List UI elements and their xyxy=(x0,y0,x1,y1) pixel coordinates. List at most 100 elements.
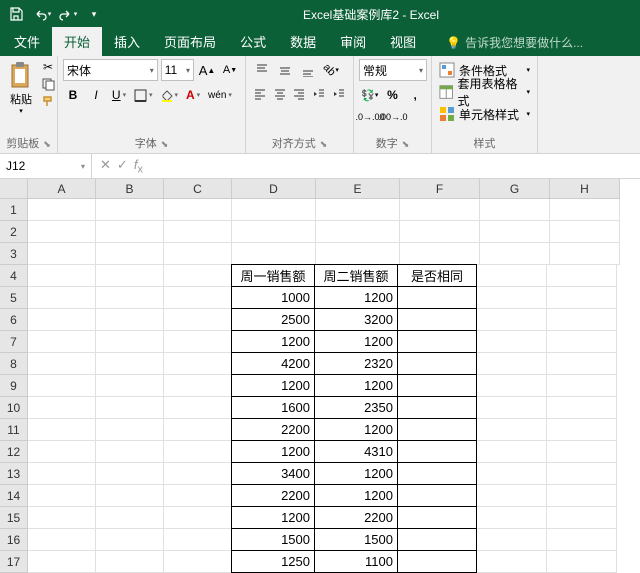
cell-B16[interactable] xyxy=(96,529,164,551)
cell-C2[interactable] xyxy=(164,221,232,243)
border-button[interactable]: ▾ xyxy=(132,84,155,106)
row-header-16[interactable]: 16 xyxy=(0,529,28,551)
cell-styles-button[interactable]: 单元格样式▾ xyxy=(437,103,532,125)
cell-D8[interactable]: 4200 xyxy=(231,352,315,375)
cell-D10[interactable]: 1600 xyxy=(231,396,315,419)
row-header-3[interactable]: 3 xyxy=(0,243,28,265)
row-header-10[interactable]: 10 xyxy=(0,397,28,419)
cell-B8[interactable] xyxy=(96,353,164,375)
cell-C9[interactable] xyxy=(164,375,232,397)
phonetic-button[interactable]: wén▾ xyxy=(206,84,234,106)
row-header-12[interactable]: 12 xyxy=(0,441,28,463)
cell-G11[interactable] xyxy=(477,419,547,441)
cell-E12[interactable]: 4310 xyxy=(314,440,398,463)
row-header-13[interactable]: 13 xyxy=(0,463,28,485)
cell-D5[interactable]: 1000 xyxy=(231,286,315,309)
cell-F7[interactable] xyxy=(397,330,477,353)
number-launcher[interactable]: ⬊ xyxy=(398,139,410,149)
save-button[interactable] xyxy=(4,2,28,26)
cell-E3[interactable] xyxy=(316,243,400,265)
redo-button[interactable]: ▾ xyxy=(56,2,80,26)
cell-H8[interactable] xyxy=(547,353,617,375)
cell-F11[interactable] xyxy=(397,418,477,441)
cell-F5[interactable] xyxy=(397,286,477,309)
cell-G14[interactable] xyxy=(477,485,547,507)
tab-home[interactable]: 开始 xyxy=(52,27,102,56)
orientation-button[interactable]: ab▾ xyxy=(320,59,342,81)
decrease-font-button[interactable]: A▼ xyxy=(220,59,240,81)
cell-B9[interactable] xyxy=(96,375,164,397)
tab-formula[interactable]: 公式 xyxy=(228,27,278,56)
number-format-combo[interactable]: 常规▾ xyxy=(359,59,427,81)
comma-button[interactable]: , xyxy=(404,84,426,106)
row-header-8[interactable]: 8 xyxy=(0,353,28,375)
cell-G5[interactable] xyxy=(477,287,547,309)
undo-button[interactable]: ▾ xyxy=(30,2,54,26)
row-header-17[interactable]: 17 xyxy=(0,551,28,573)
bold-button[interactable]: B xyxy=(63,84,83,106)
cell-E6[interactable]: 3200 xyxy=(314,308,398,331)
cell-H2[interactable] xyxy=(550,221,620,243)
cell-H12[interactable] xyxy=(547,441,617,463)
cell-F8[interactable] xyxy=(397,352,477,375)
cell-B11[interactable] xyxy=(96,419,164,441)
cell-C7[interactable] xyxy=(164,331,232,353)
decrease-decimal-button[interactable]: .00→.0 xyxy=(382,106,404,128)
cell-H7[interactable] xyxy=(547,331,617,353)
tab-view[interactable]: 视图 xyxy=(378,27,428,56)
cell-E10[interactable]: 2350 xyxy=(314,396,398,419)
cell-B1[interactable] xyxy=(96,199,164,221)
cell-C14[interactable] xyxy=(164,485,232,507)
cell-G13[interactable] xyxy=(477,463,547,485)
align-bottom-button[interactable] xyxy=(297,59,319,81)
cell-G12[interactable] xyxy=(477,441,547,463)
cell-A5[interactable] xyxy=(28,287,96,309)
cell-A9[interactable] xyxy=(28,375,96,397)
tab-review[interactable]: 审阅 xyxy=(328,27,378,56)
cell-E11[interactable]: 1200 xyxy=(314,418,398,441)
cell-E2[interactable] xyxy=(316,221,400,243)
col-header-A[interactable]: A xyxy=(28,179,96,199)
row-header-6[interactable]: 6 xyxy=(0,309,28,331)
cell-D12[interactable]: 1200 xyxy=(231,440,315,463)
row-header-11[interactable]: 11 xyxy=(0,419,28,441)
cell-C13[interactable] xyxy=(164,463,232,485)
align-right-button[interactable] xyxy=(290,83,309,105)
cell-C15[interactable] xyxy=(164,507,232,529)
row-header-7[interactable]: 7 xyxy=(0,331,28,353)
cell-A11[interactable] xyxy=(28,419,96,441)
cell-H9[interactable] xyxy=(547,375,617,397)
cell-B2[interactable] xyxy=(96,221,164,243)
cell-B10[interactable] xyxy=(96,397,164,419)
cell-F14[interactable] xyxy=(397,484,477,507)
cell-D2[interactable] xyxy=(232,221,316,243)
cell-H3[interactable] xyxy=(550,243,620,265)
row-header-4[interactable]: 4 xyxy=(0,265,28,287)
cell-D17[interactable]: 1250 xyxy=(231,550,315,573)
cell-D7[interactable]: 1200 xyxy=(231,330,315,353)
cell-D16[interactable]: 1500 xyxy=(231,528,315,551)
col-header-B[interactable]: B xyxy=(96,179,164,199)
accounting-format-button[interactable]: 💱▾ xyxy=(359,84,381,106)
cell-A2[interactable] xyxy=(28,221,96,243)
cell-H15[interactable] xyxy=(547,507,617,529)
cell-C11[interactable] xyxy=(164,419,232,441)
select-all-corner[interactable] xyxy=(0,179,28,199)
cell-G10[interactable] xyxy=(477,397,547,419)
cancel-formula-button[interactable]: ✕ xyxy=(100,157,111,176)
cell-H14[interactable] xyxy=(547,485,617,507)
cell-F4[interactable]: 是否相同 xyxy=(397,264,477,287)
cell-F17[interactable] xyxy=(397,550,477,573)
col-header-C[interactable]: C xyxy=(164,179,232,199)
cell-A7[interactable] xyxy=(28,331,96,353)
cell-A17[interactable] xyxy=(28,551,96,573)
align-top-button[interactable] xyxy=(251,59,273,81)
row-header-15[interactable]: 15 xyxy=(0,507,28,529)
cell-C10[interactable] xyxy=(164,397,232,419)
cell-C16[interactable] xyxy=(164,529,232,551)
cell-G6[interactable] xyxy=(477,309,547,331)
cell-D14[interactable]: 2200 xyxy=(231,484,315,507)
tab-insert[interactable]: 插入 xyxy=(102,27,152,56)
cell-F6[interactable] xyxy=(397,308,477,331)
cell-C12[interactable] xyxy=(164,441,232,463)
